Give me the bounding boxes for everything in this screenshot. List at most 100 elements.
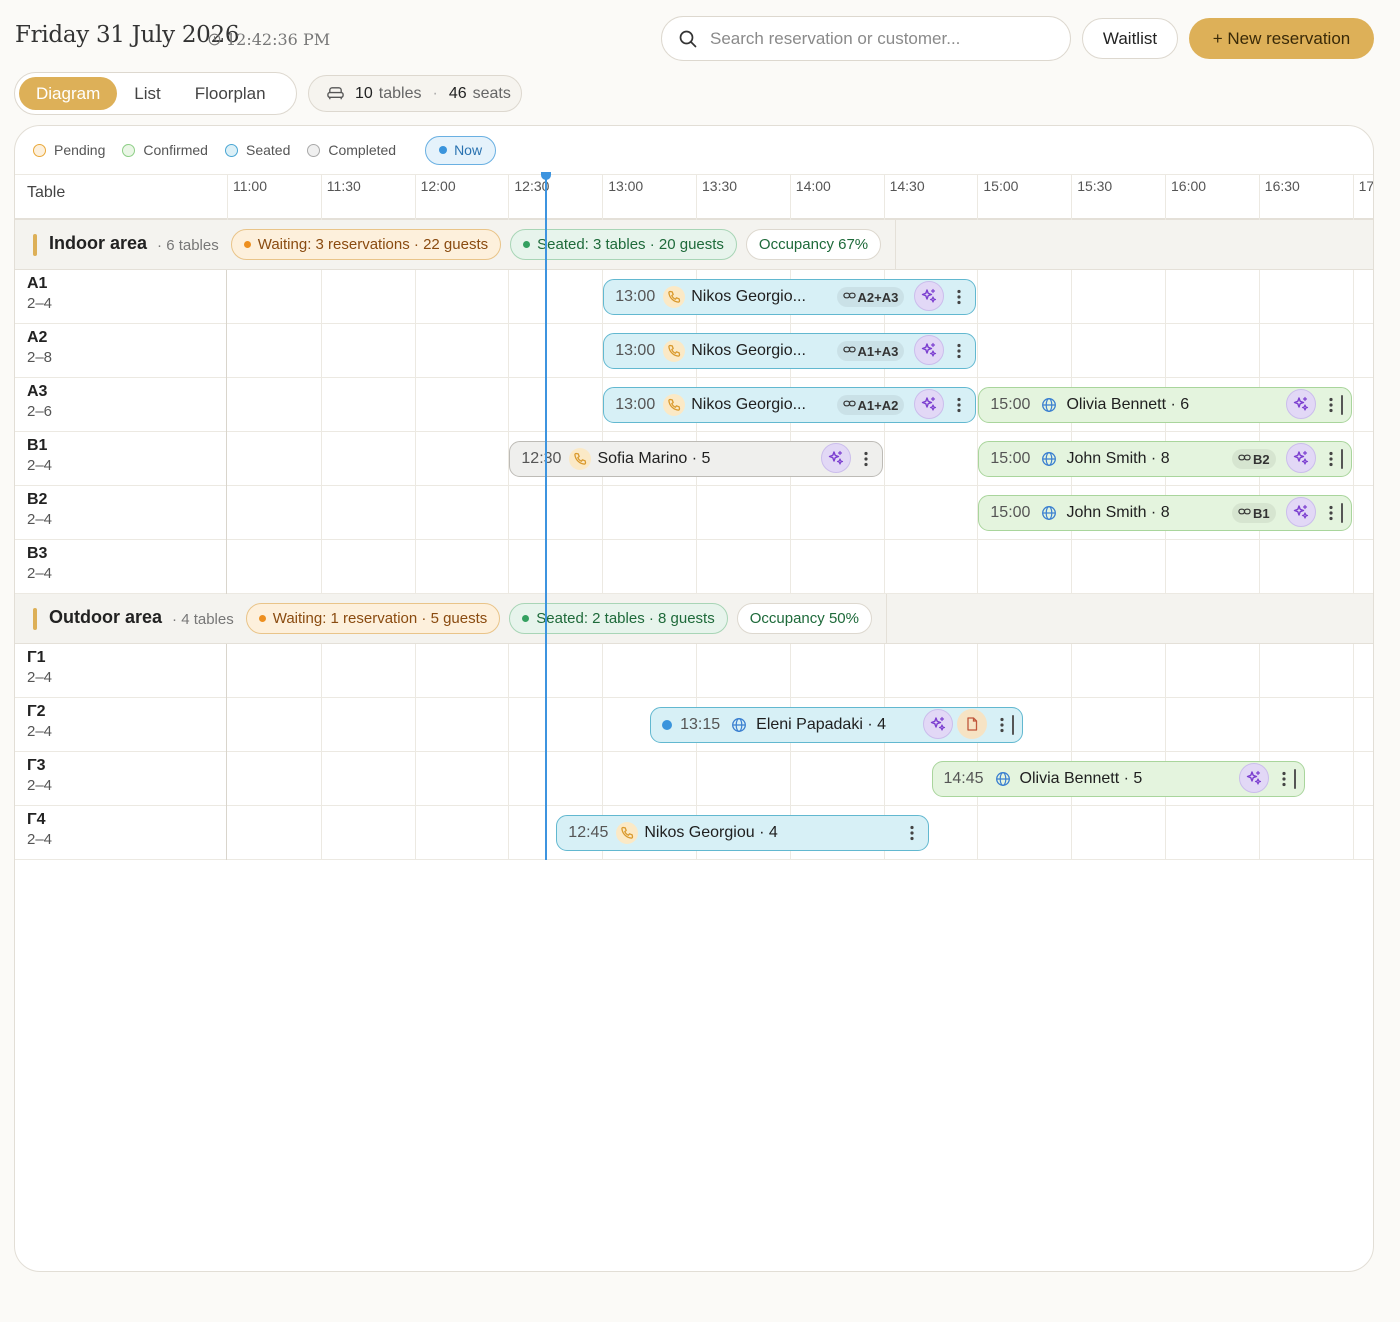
tick-divider [227,175,228,221]
search-icon [679,30,697,47]
reservation-block[interactable]: 13:00 Nikos Georgio... A2+A3 [603,279,977,315]
ai-sparkle-icon[interactable] [1238,763,1269,793]
phone-icon [663,394,686,416]
more-options-icon[interactable] [905,822,919,844]
ai-sparkle-icon[interactable] [914,281,945,311]
ai-sparkle-icon[interactable] [923,709,954,739]
waitlist-button[interactable]: Waitlist [1082,18,1178,59]
time-tick: 14:00 [795,178,831,194]
more-options-icon[interactable] [952,394,966,416]
more-options-icon[interactable] [1324,502,1338,524]
tick-divider [789,175,791,221]
table-row[interactable]: Γ2 2–4 [15,698,226,752]
reservation-block[interactable]: 15:00 John Smith · 8 B2 [978,441,1352,477]
table-row[interactable]: B1 2–4 [15,432,226,486]
seated-dot [522,615,530,622]
table-row[interactable]: Γ3 2–4 [15,752,226,806]
ai-sparkle-icon[interactable] [1285,389,1316,419]
tick-divider [883,175,885,221]
legend-label: Confirmed [143,142,208,158]
more-options-icon[interactable] [995,714,1009,736]
table-row[interactable]: A1 2–4 [15,270,226,324]
search-box[interactable] [661,16,1071,61]
ai-sparkle-icon[interactable] [1285,443,1316,473]
grid-column-line [320,220,322,860]
area-accent-bar [33,234,37,256]
grid-column-line [508,220,510,860]
table-row[interactable]: B3 2–4 [15,540,226,594]
reservation-block[interactable]: 13:00 Nikos Georgio... A1+A2 [603,387,977,423]
more-options-icon[interactable] [1324,448,1338,470]
grid-column-line [696,220,697,860]
tick-divider [1165,175,1166,221]
search-input[interactable] [708,27,1048,50]
guest-name: Sofia Marino · 5 [597,450,711,467]
table-column-header: Table [27,184,66,201]
tick-divider [1258,175,1260,221]
tab-floorplan[interactable]: Floorplan [178,77,283,110]
table-row[interactable]: B2 2–4 [15,486,226,540]
legend-completed: Completed [307,142,396,158]
table-row[interactable]: A2 2–8 [15,324,226,378]
table-row[interactable]: Γ4 2–4 [15,806,226,860]
area-table-count: · 4 tables [172,611,234,628]
reservation-block[interactable]: 15:00 John Smith · 8 B1 [978,495,1352,531]
guest-name: Eleni Papadaki · 4 [756,716,886,733]
area-header-outdoor: Outdoor area · 4 tables Waiting: 1 reserva… [15,594,1373,644]
phone-icon [569,448,592,470]
table-capacity: 2–6 [27,403,53,420]
table-row[interactable]: Γ1 2–4 [15,644,226,698]
table-capacity: 2–4 [27,565,53,582]
reservation-block[interactable]: 13:15 Eleni Papadaki · 4 [650,707,1024,743]
link-icon [842,397,856,413]
resize-handle[interactable] [1012,715,1015,735]
table-count: 10 [355,84,373,102]
reservation-block[interactable]: 14:45 Olivia Bennett · 5 [931,761,1305,797]
tab-diagram[interactable]: Diagram [19,77,118,110]
new-reservation-button[interactable]: + New reservation [1189,18,1374,59]
tab-list[interactable]: List [117,77,177,110]
now-button[interactable]: Now [425,135,497,165]
table-column-divider [226,220,227,860]
table-row[interactable]: A3 2–6 [15,378,226,432]
reservation-time: 12:30 [521,450,562,467]
clock-icon [208,33,221,46]
resize-handle[interactable] [1340,395,1343,415]
more-options-icon[interactable] [1277,768,1291,790]
tick-divider [602,175,604,221]
area-name: Outdoor area [49,607,163,627]
guest-name: Nikos Georgiou · 4 [644,824,778,841]
ai-sparkle-icon[interactable] [914,389,945,419]
seat-count: 46 [448,84,467,102]
occupancy-text: Occupancy 67% [758,236,869,253]
reservation-block[interactable]: 12:45 Nikos Georgiou · 4 [556,815,930,851]
tick-divider [508,175,510,221]
reservation-block[interactable]: 15:00 Olivia Bennett · 6 [978,387,1352,423]
ai-sparkle-icon[interactable] [820,443,851,473]
legend-seated: Seated [224,142,290,158]
resize-handle[interactable] [1293,769,1296,789]
page-date: Friday 31 July 2026 [15,22,240,48]
reservation-time: 13:00 [615,396,656,413]
note-icon[interactable] [957,709,988,739]
more-options-icon[interactable] [1324,394,1338,416]
table-name: Γ1 [27,649,46,666]
more-options-icon[interactable] [859,448,873,470]
more-options-icon[interactable] [952,286,966,308]
reservation-block[interactable]: 13:00 Nikos Georgio... A1+A3 [603,333,977,369]
waiting-dot [258,615,266,622]
resize-handle[interactable] [1340,503,1343,523]
resize-handle[interactable] [1340,449,1343,469]
more-options-icon[interactable] [952,340,966,362]
seated-summary: Seated: 2 tables · 8 guests [509,603,728,634]
ai-sparkle-icon[interactable] [914,335,945,365]
legend-dot [122,143,136,157]
seated-text: Seated: 3 tables · 20 guests [537,236,724,253]
linked-tables-badge: B1 [1231,503,1276,523]
table-capacity: 2–4 [27,457,53,474]
ai-sparkle-icon[interactable] [1285,497,1316,527]
globe-icon [1038,394,1060,416]
occupancy-badge: Occupancy 50% [736,603,872,634]
time-tick: 16:30 [1264,178,1300,194]
reservation-block[interactable]: 12:30 Sofia Marino · 5 [509,441,883,477]
